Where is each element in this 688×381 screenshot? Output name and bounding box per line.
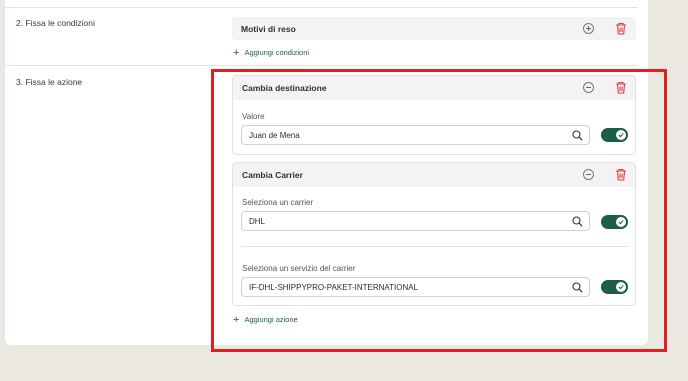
divider: [5, 65, 638, 66]
plus-icon: +: [233, 47, 240, 59]
actions-section-label: 3. Fissa le azione: [16, 77, 83, 87]
conditions-card: Motivi di reso: [232, 17, 636, 40]
divider: [5, 7, 638, 8]
add-condition-link[interactable]: + Aggiungi condizioni: [233, 46, 310, 59]
card-title: Motivi di reso: [241, 24, 296, 34]
trash-icon[interactable]: [615, 22, 627, 35]
conditions-section-label: 2. Fissa le condizioni: [16, 18, 95, 28]
highlight-box: [211, 69, 667, 352]
add-condition-label: Aggiungi condizioni: [244, 48, 310, 57]
plus-circle-icon[interactable]: [583, 23, 594, 34]
